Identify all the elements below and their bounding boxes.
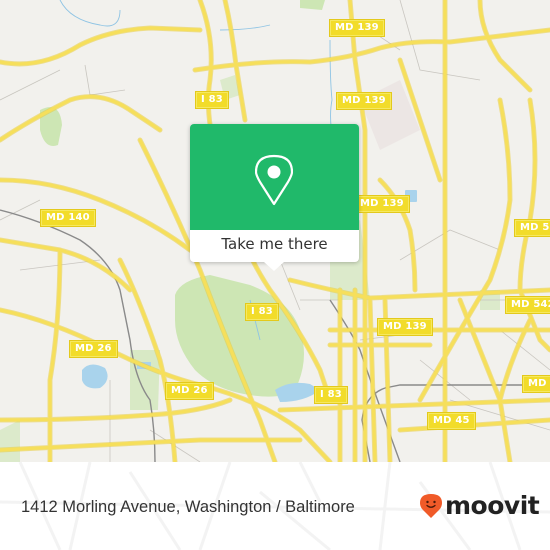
road-shield-md139: MD 139 <box>354 195 410 213</box>
road-shield-md139: MD 139 <box>336 92 392 110</box>
road-shield-md139: MD 139 <box>329 19 385 37</box>
map-pin-icon <box>255 154 293 206</box>
road-shield-md140: MD 140 <box>40 209 96 227</box>
footer: 1412 Morling Avenue, Washington / Baltim… <box>0 462 550 550</box>
road-shield-i83: I 83 <box>195 91 229 109</box>
road-shield-md45: MD 45 <box>427 412 476 430</box>
road-shield-md26: MD 26 <box>165 382 214 400</box>
moovit-smiley-pin-icon <box>420 494 442 518</box>
road-shield-md26: MD 26 <box>69 340 118 358</box>
address-text: 1412 Morling Avenue, Washington / Baltim… <box>21 498 355 516</box>
popup-pointer <box>264 262 284 271</box>
road-shield-md139: MD 139 <box>377 318 433 336</box>
road-shield-md54x: MD 54 <box>514 219 550 237</box>
moovit-logo[interactable]: moovit <box>419 491 540 520</box>
road-shield-md542: MD 542 <box>505 296 550 314</box>
take-me-there-button[interactable]: Take me there <box>190 230 359 262</box>
location-popup: Take me there <box>190 124 359 271</box>
road-shield-md1x: MD 1 <box>522 375 550 393</box>
moovit-wordmark: moovit <box>445 491 540 520</box>
popup-header <box>190 124 359 230</box>
road-shield-i83: I 83 <box>314 386 348 404</box>
map[interactable]: MD 139 MD 139 I 83 MD 139 MD 140 MD 54 M… <box>0 0 550 462</box>
road-shield-i83: I 83 <box>245 303 279 321</box>
